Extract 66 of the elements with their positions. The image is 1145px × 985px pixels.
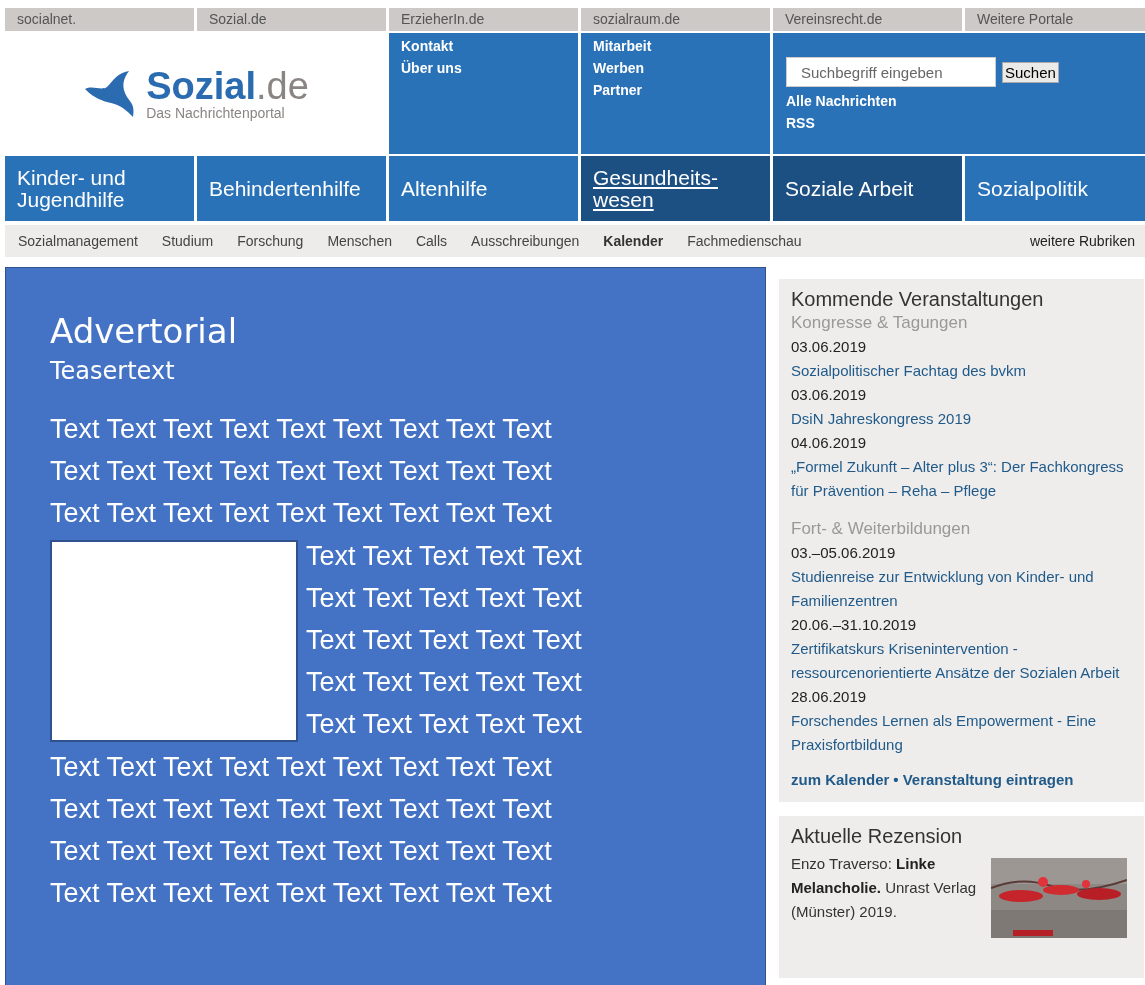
- event-link[interactable]: DsiN Jahreskongress 2019: [791, 407, 972, 431]
- event-date: 28.06.2019: [791, 687, 867, 707]
- body-text-line: Text Text Text Text Text Text Text Text Text: [50, 497, 552, 531]
- body-text-line: Text Text Text Text Text: [306, 624, 582, 657]
- body-text-line: Text Text Text Text Text Text Text Text Text: [50, 877, 552, 911]
- header-link[interactable]: RSS: [786, 115, 815, 131]
- subnav-link[interactable]: Forschung: [237, 233, 304, 249]
- subnav-link[interactable]: Sozialmanagement: [18, 233, 138, 249]
- nav-tab[interactable]: Gesundheits-wesen: [581, 156, 770, 221]
- body-text-line: Text Text Text Text Text Text Text Text Text: [50, 750, 552, 784]
- nav-tab[interactable]: Sozialpolitik: [965, 156, 1145, 221]
- subnav-link[interactable]: weitere Rubriken: [1029, 233, 1135, 249]
- event-link[interactable]: „Formel Zukunft – Alter plus 3“: Der Fachkongress für Prävention – Reha – Pflege: [791, 455, 1132, 503]
- event-date: 03.–05.06.2019: [791, 543, 896, 563]
- portal-link[interactable]: sozialraum.de: [581, 8, 770, 31]
- nav-tab[interactable]: Behindertenhilfe: [197, 156, 386, 221]
- group-title: Fort- & Weiterbildungen: [791, 518, 971, 540]
- subnav-link[interactable]: Ausschreibungen: [471, 233, 580, 249]
- portal-link[interactable]: ErzieherIn.de: [389, 8, 578, 31]
- subnav-link[interactable]: Menschen: [327, 233, 392, 249]
- search-button[interactable]: Suchen: [1002, 61, 1059, 83]
- portal-link[interactable]: socialnet.: [5, 8, 194, 31]
- event-link[interactable]: Sozialpolitischer Fachtag des bvkm: [791, 359, 1027, 383]
- calendar-link[interactable]: zum Kalender: [791, 771, 890, 788]
- body-text-line: Text Text Text Text Text Text Text Text Text: [50, 413, 552, 446]
- body-text-line: Text Text Text Text Text: [306, 581, 582, 615]
- body-text-line: Text Text Text Text Text: [306, 708, 582, 742]
- calendar-link[interactable]: Veranstaltung eintragen: [902, 771, 1074, 788]
- event-date: 20.06.–31.10.2019: [791, 615, 917, 635]
- body-text-line: Text Text Text Text Text Text Text Text Text: [50, 792, 552, 826]
- subnav-link[interactable]: Calls: [415, 233, 448, 249]
- logo-wordmark: Sozial.de: [146, 66, 309, 105]
- body-text-line: Text Text Text Text Text: [306, 539, 582, 573]
- subnav-link[interactable]: Fachmedienschau: [687, 233, 802, 249]
- card-title: Kommende Veranstaltungen: [791, 287, 1045, 311]
- bullet-separator: •: [893, 771, 899, 788]
- body-text-line: Text Text Text Text Text Text Text Text Text: [50, 835, 552, 869]
- event-link[interactable]: Zertifikatskurs Krisenintervention - ressourcenorientierte Ansätze der Sozialen Arbeit: [791, 637, 1132, 685]
- body-text-line: Text Text Text Text Text Text Text Text Text: [50, 455, 552, 489]
- subnav-link[interactable]: Studium: [161, 233, 214, 249]
- teaser-text: Teasertext: [50, 356, 176, 387]
- body-text-line: Text Text Text Text Text: [306, 666, 582, 700]
- event-date: 03.06.2019: [791, 337, 867, 357]
- nav-tab[interactable]: Kinder- und Jugendhilfe: [5, 156, 194, 221]
- card-title: Aktuelle Rezension: [791, 824, 964, 848]
- event-date: 04.06.2019: [791, 433, 867, 453]
- portal-link[interactable]: Weitere Portale: [965, 8, 1145, 31]
- event-link[interactable]: Forschendes Lernen als Empowerment - Eine Praxisfortbildung: [791, 709, 1132, 757]
- header-link[interactable]: Kontakt: [401, 38, 454, 54]
- portal-link[interactable]: Sozial.de: [197, 8, 386, 31]
- header-link[interactable]: Partner: [593, 82, 643, 98]
- nav-tab[interactable]: Altenhilfe: [389, 156, 578, 221]
- event-date: 03.06.2019: [791, 385, 867, 405]
- subnav-link[interactable]: Kalender: [603, 233, 664, 249]
- group-title: Kongresse & Tagungen: [791, 312, 968, 334]
- logo-tagline: Das Nachrichtenportal: [146, 104, 286, 121]
- review-text: Enzo Traverso: Linke Melancholie. Unrast Verlag (Münster) 2019.: [791, 854, 978, 922]
- nav-tab[interactable]: Soziale Arbeit: [773, 156, 962, 221]
- header-link[interactable]: Über uns: [401, 60, 462, 76]
- portal-link[interactable]: Vereinsrecht.de: [773, 8, 962, 31]
- event-link[interactable]: Studienreise zur Entwicklung von Kinder- und Familienzentren: [791, 565, 1132, 613]
- advertorial-title: Advertorial: [50, 310, 239, 353]
- header-link[interactable]: Alle Nachrichten: [786, 93, 897, 109]
- header-link[interactable]: Werben: [593, 60, 645, 76]
- header-link[interactable]: Mitarbeit: [593, 38, 652, 54]
- search-field[interactable]: Suchbegriff eingeben: [786, 57, 996, 87]
